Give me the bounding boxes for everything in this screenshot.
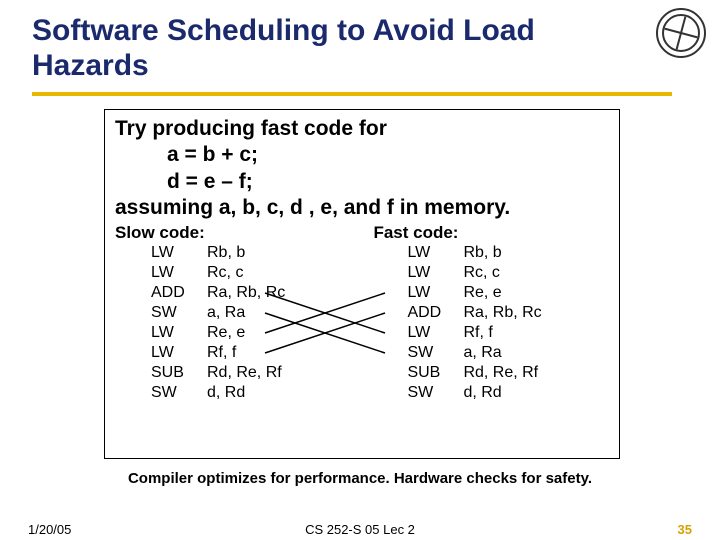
fast-op: LW <box>365 283 463 303</box>
slow-code-column: Slow code: LWRb, b LWRc, c ADDRa, Rb, Rc… <box>115 223 365 403</box>
slow-arg: a, Ra <box>207 303 245 323</box>
fast-row: LWRc, c <box>365 263 609 283</box>
fast-row: SWa, Ra <box>365 343 609 363</box>
title-underline <box>32 92 672 96</box>
slow-arg: Ra, Rb, Rc <box>207 283 285 303</box>
slow-op: LW <box>115 263 207 283</box>
fast-arg: a, Ra <box>463 343 501 363</box>
slow-op: ADD <box>115 283 207 303</box>
slow-arg: Re, e <box>207 323 245 343</box>
slow-row: ADDRa, Rb, Rc <box>115 283 365 303</box>
intro-line-1: Try producing fast code for <box>115 116 609 142</box>
fast-row: LWRf, f <box>365 323 609 343</box>
fast-op: LW <box>365 323 463 343</box>
slow-row: LWRc, c <box>115 263 365 283</box>
fast-op: LW <box>365 263 463 283</box>
slow-arg: d, Rd <box>207 383 245 403</box>
slow-op: SUB <box>115 363 207 383</box>
footer-page-number: 35 <box>678 522 692 537</box>
fast-code-column: Fast code: LWRb, b LWRc, c LWRe, e ADDRa… <box>365 223 609 403</box>
slow-arg: Rc, c <box>207 263 243 283</box>
slow-row: SWa, Ra <box>115 303 365 323</box>
fast-row: SUBRd, Re, Rf <box>365 363 609 383</box>
slow-op: LW <box>115 343 207 363</box>
slow-op: SW <box>115 383 207 403</box>
slide: Software Scheduling to Avoid Load Hazard… <box>0 0 720 540</box>
intro-line-4: assuming a, b, c, d , e, and f in memory… <box>115 195 609 221</box>
slow-arg: Rd, Re, Rf <box>207 363 282 383</box>
code-columns: Slow code: LWRb, b LWRc, c ADDRa, Rb, Rc… <box>115 223 609 403</box>
fast-op: ADD <box>365 303 463 323</box>
slow-op: SW <box>115 303 207 323</box>
slow-code-header: Slow code: <box>115 223 365 243</box>
fast-row: LWRb, b <box>365 243 609 263</box>
slow-arg: Rf, f <box>207 343 236 363</box>
fast-op: SUB <box>365 363 463 383</box>
fast-arg: Rf, f <box>463 323 492 343</box>
fast-arg: Re, e <box>463 283 501 303</box>
slide-title: Software Scheduling to Avoid Load Hazard… <box>32 14 612 83</box>
fast-code-header: Fast code: <box>365 223 609 243</box>
slow-op: LW <box>115 323 207 343</box>
fast-op: SW <box>365 343 463 363</box>
fast-arg: Rc, c <box>463 263 499 283</box>
slow-row: SUBRd, Re, Rf <box>115 363 365 383</box>
slow-arg: Rb, b <box>207 243 245 263</box>
bottom-note: Compiler optimizes for performance. Hard… <box>0 470 720 487</box>
fast-op: LW <box>365 243 463 263</box>
slow-row: LWRe, e <box>115 323 365 343</box>
slow-row: SWd, Rd <box>115 383 365 403</box>
fast-arg: d, Rd <box>463 383 501 403</box>
slow-row: LWRb, b <box>115 243 365 263</box>
slow-row: LWRf, f <box>115 343 365 363</box>
fast-arg: Ra, Rb, Rc <box>463 303 541 323</box>
fast-row: ADDRa, Rb, Rc <box>365 303 609 323</box>
footer-course: CS 252-S 05 Lec 2 <box>0 522 720 537</box>
intro-line-3: d = e – f; <box>115 169 609 195</box>
fast-arg: Rd, Re, Rf <box>463 363 538 383</box>
seal-logo-inner <box>662 14 700 52</box>
fast-arg: Rb, b <box>463 243 501 263</box>
slow-op: LW <box>115 243 207 263</box>
fast-row: LWRe, e <box>365 283 609 303</box>
intro-block: Try producing fast code for a = b + c; d… <box>115 116 609 221</box>
fast-row: SWd, Rd <box>365 383 609 403</box>
content-box: Try producing fast code for a = b + c; d… <box>104 109 620 459</box>
fast-op: SW <box>365 383 463 403</box>
seal-logo <box>656 8 706 58</box>
intro-line-2: a = b + c; <box>115 142 609 168</box>
